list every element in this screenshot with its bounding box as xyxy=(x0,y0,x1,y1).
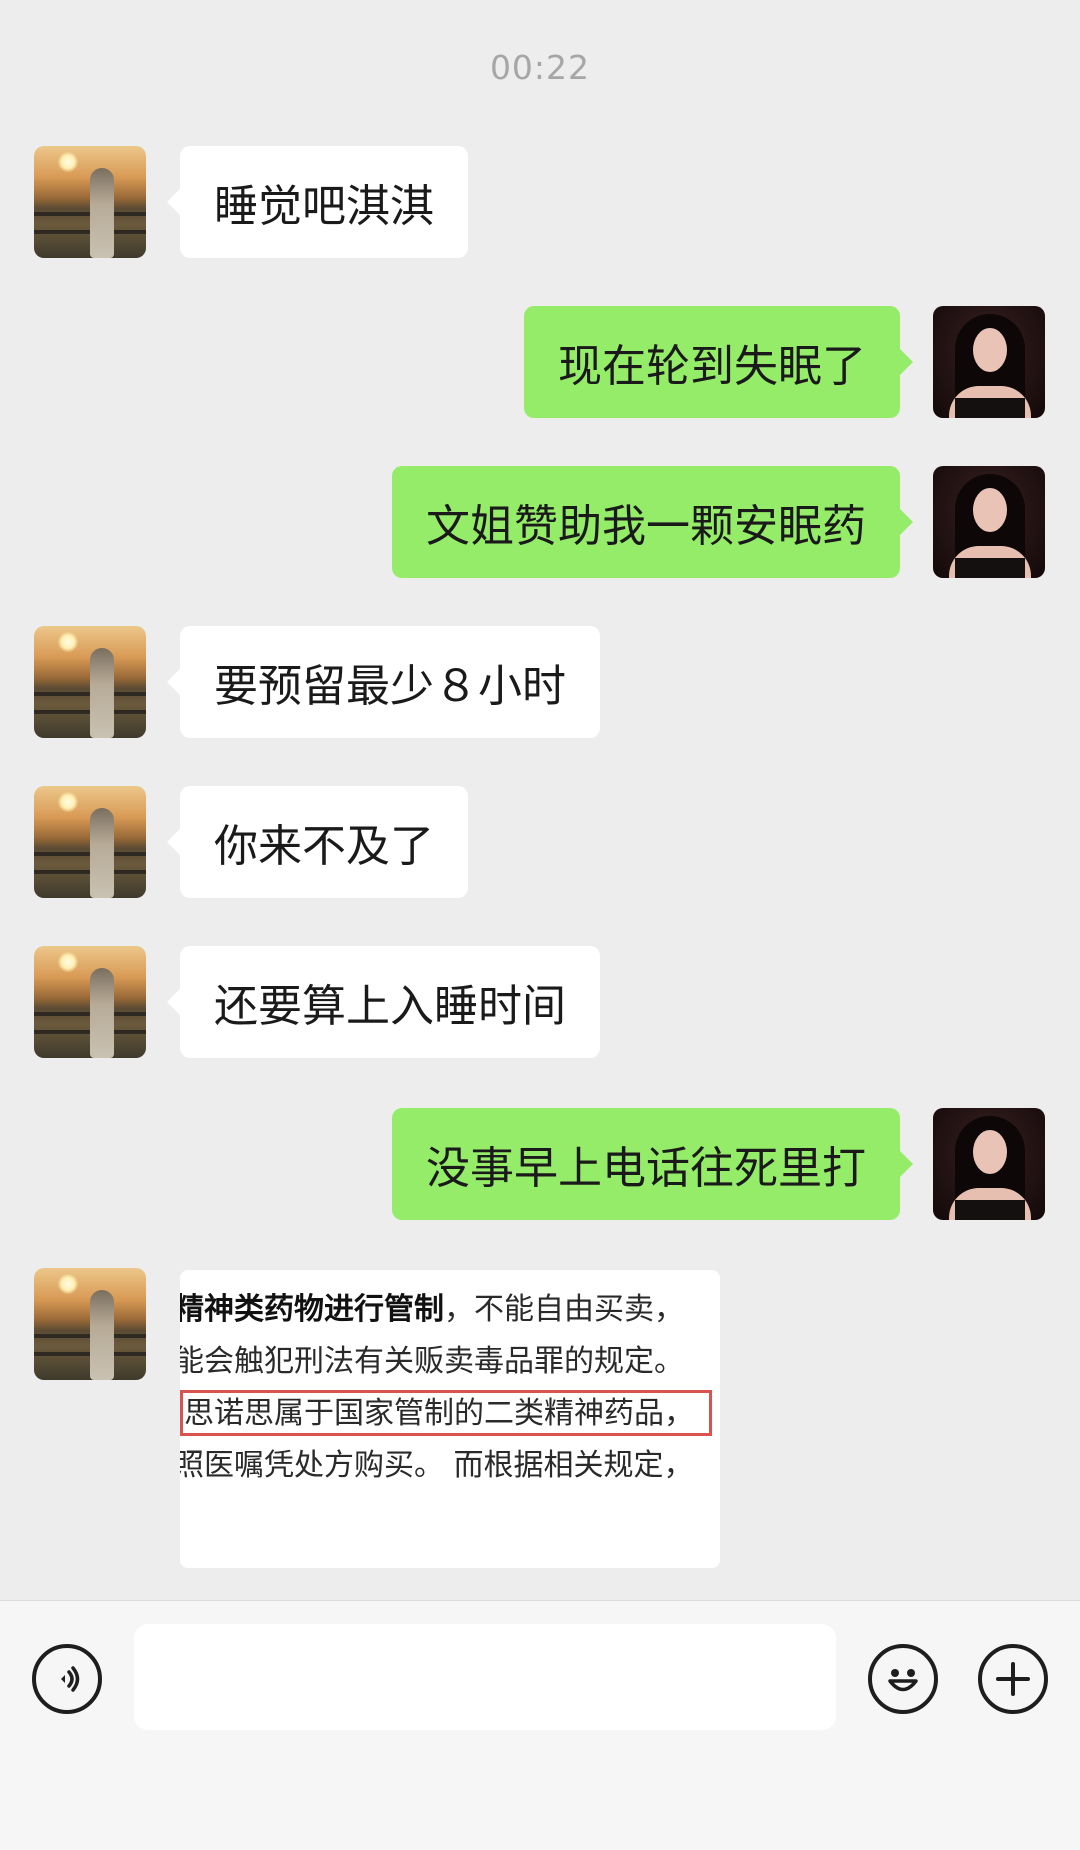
message-bubble[interactable]: 要预留最少８小时 xyxy=(167,626,600,738)
image-text-line: 精神类药物进行管制，不能自由买卖， xyxy=(180,1292,684,1327)
message-bubble[interactable]: 睡觉吧淇淇 xyxy=(167,146,468,258)
voice-button[interactable] xyxy=(32,1644,102,1714)
highlight-box xyxy=(180,1390,712,1436)
friend-avatar[interactable] xyxy=(34,1268,146,1380)
message-bubble[interactable]: 还要算上入睡时间 xyxy=(167,946,600,1058)
plus-icon xyxy=(996,1662,1030,1696)
image-message[interactable]: 精神类药物进行管制，不能自由买卖， 能会触犯刑法有关贩卖毒品罪的规定。 思诺思属… xyxy=(180,1270,720,1568)
friend-avatar[interactable] xyxy=(34,946,146,1058)
chat-area: 00:22 睡觉吧淇淇 现在轮到失眠了 文姐赞助我一颗安眠药 要预留最少８小时 … xyxy=(0,0,1080,1600)
friend-avatar[interactable] xyxy=(34,786,146,898)
image-text-line: 能会触犯刑法有关贩卖毒品罪的规定。 xyxy=(180,1344,684,1379)
message-timestamp: 00:22 xyxy=(489,48,591,87)
emoji-button[interactable] xyxy=(868,1644,938,1714)
emoji-icon xyxy=(888,1669,918,1692)
voice-icon xyxy=(61,1666,80,1692)
message-bubble[interactable]: 你来不及了 xyxy=(167,786,468,898)
message-bubble[interactable]: 文姐赞助我一颗安眠药 xyxy=(392,466,913,578)
message-bubble[interactable]: 现在轮到失眠了 xyxy=(524,306,913,418)
image-text-line: 照医嘱凭处方购买。 而根据相关规定， xyxy=(180,1448,694,1483)
message-input[interactable] xyxy=(134,1624,836,1730)
my-avatar[interactable] xyxy=(933,306,1045,418)
message-bubble[interactable]: 没事早上电话往死里打 xyxy=(392,1108,913,1220)
my-avatar[interactable] xyxy=(933,1108,1045,1220)
friend-avatar[interactable] xyxy=(34,626,146,738)
more-button[interactable] xyxy=(978,1644,1048,1714)
image-text-line-highlighted: 思诺思属于国家管制的二类精神药品， xyxy=(180,1388,720,1440)
my-avatar[interactable] xyxy=(933,466,1045,578)
friend-avatar[interactable] xyxy=(34,146,146,258)
